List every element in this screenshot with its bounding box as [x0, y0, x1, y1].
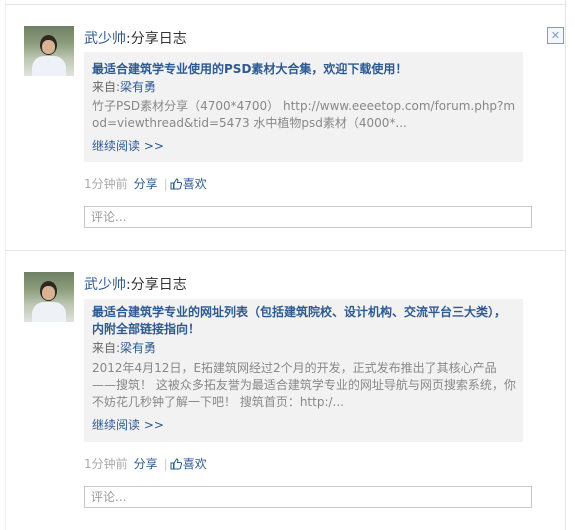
source-label: 来自:	[92, 80, 121, 94]
read-more-link[interactable]: 继续阅读 >>	[92, 138, 164, 154]
timestamp: 1分钟前	[84, 457, 128, 471]
share-button[interactable]: 分享	[134, 457, 158, 471]
author-name-link[interactable]: 武少帅	[84, 277, 126, 293]
shared-description: 竹子PSD素材分享（4700*4700） http://www.eeeetop.…	[92, 99, 516, 130]
like-button[interactable]: 喜欢	[183, 177, 207, 191]
timestamp: 1分钟前	[84, 177, 128, 191]
divider	[5, 0, 6, 530]
activity-feed: 武少帅:分享日志 ✕ 最适合建筑学专业使用的PSD素材大合集，欢迎下载使用！ 来…	[0, 0, 575, 530]
shared-blog-card: 最适合建筑学专业的网址列表（包括建筑院校、设计机构、交流平台三大类），内附全部链…	[84, 299, 523, 442]
feed-item-header: 武少帅:分享日志	[84, 28, 187, 48]
share-button[interactable]: 分享	[134, 177, 158, 191]
avatar[interactable]	[24, 26, 74, 76]
action-text: :分享日志	[126, 31, 187, 47]
feed-item-header: 武少帅:分享日志	[84, 274, 187, 294]
read-more-link[interactable]: 继续阅读 >>	[92, 417, 164, 433]
comment-input[interactable]	[84, 486, 532, 508]
comment-input[interactable]	[84, 206, 532, 228]
thumbs-up-icon[interactable]	[170, 178, 182, 190]
action-text: :分享日志	[126, 277, 187, 293]
avatar[interactable]	[24, 272, 74, 322]
author-name-link[interactable]: 武少帅	[84, 31, 126, 47]
shared-title-link[interactable]: 最适合建筑学专业使用的PSD素材大合集，欢迎下载使用！	[92, 61, 517, 78]
feed-item-actions: 1分钟前 分享 | 喜欢	[84, 456, 207, 472]
shared-description: 2012年4月12日，E拓建筑网经过2个月的开发，正式发布推出了其核心产品——搜…	[92, 361, 516, 409]
separator: |	[163, 177, 168, 191]
like-button[interactable]: 喜欢	[183, 457, 207, 471]
feed-item-actions: 1分钟前 分享 | 喜欢	[84, 176, 207, 192]
source-line: 来自:梁有勇	[92, 79, 156, 95]
separator: |	[163, 457, 168, 471]
thumbs-up-icon[interactable]	[170, 458, 182, 470]
source-author-link[interactable]: 梁有勇	[120, 341, 156, 355]
source-author-link[interactable]: 梁有勇	[120, 80, 156, 94]
divider	[5, 250, 565, 251]
shared-blog-card: 最适合建筑学专业使用的PSD素材大合集，欢迎下载使用！ 来自:梁有勇 竹子PSD…	[84, 52, 523, 162]
source-line: 来自:梁有勇	[92, 340, 156, 356]
divider	[565, 0, 566, 530]
source-label: 来自:	[92, 341, 121, 355]
shared-title-link[interactable]: 最适合建筑学专业的网址列表（包括建筑院校、设计机构、交流平台三大类），内附全部链…	[92, 304, 517, 338]
divider	[5, 4, 565, 5]
close-icon[interactable]: ✕	[547, 27, 564, 44]
